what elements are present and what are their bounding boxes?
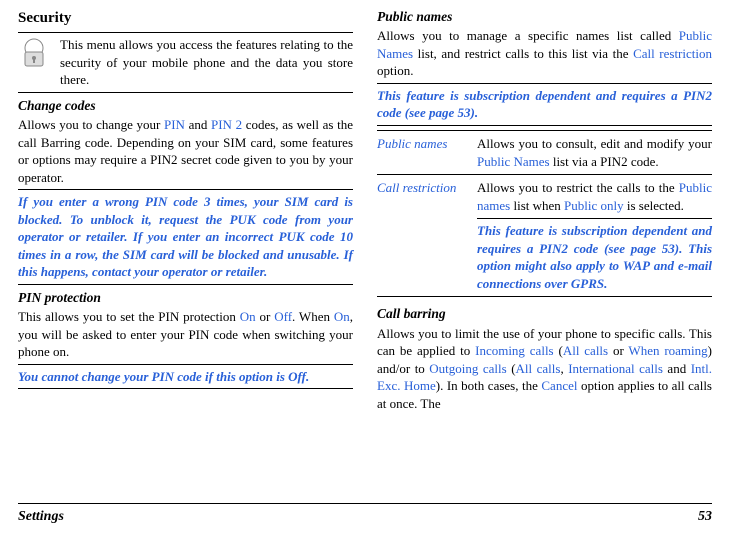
pin-term: PIN (164, 117, 185, 132)
public-names-para: Allows you to manage a specific names li… (377, 27, 712, 80)
off-term: Off (274, 309, 292, 324)
on-term: On (240, 309, 256, 324)
intro-box: This menu allows you access the features… (18, 32, 353, 93)
pin-protection-heading: PIN protection (18, 289, 353, 307)
row-desc: Allows you to consult, edit and modify y… (477, 135, 712, 170)
security-icon (18, 36, 50, 74)
public-names-heading: Public names (377, 8, 712, 26)
on-term-2: On (334, 309, 350, 324)
sim-warning-note: If you enter a wrong PIN code 3 times, y… (18, 189, 353, 285)
row-subnote: This feature is subscription dependent a… (477, 218, 712, 292)
table-row: Public names Allows you to consult, edit… (377, 131, 712, 175)
subscription-note: This feature is subscription dependent a… (377, 83, 712, 126)
row-label-call-restriction: Call restriction (377, 179, 467, 292)
left-column: Security This menu allows you access the… (18, 8, 353, 478)
page-footer: Settings 53 (18, 503, 712, 527)
change-codes-heading: Change codes (18, 97, 353, 115)
pin-off-note: You cannot change your PIN code if this … (18, 364, 353, 390)
call-barring-para: Allows you to limit the use of your phon… (377, 325, 712, 413)
right-column: Public names Allows you to manage a spec… (377, 8, 712, 478)
pin2-term: PIN 2 (211, 117, 242, 132)
row-label-public-names: Public names (377, 135, 467, 170)
call-restriction-term: Call restriction (633, 46, 712, 61)
call-barring-heading: Call barring (377, 305, 712, 323)
footer-section: Settings (18, 508, 64, 527)
pin-protection-para: This allows you to set the PIN protectio… (18, 308, 353, 361)
security-heading: Security (18, 8, 353, 28)
table-row: Call restriction Allows you to restrict … (377, 175, 712, 297)
intro-text: This menu allows you access the features… (60, 36, 353, 89)
change-codes-para: Allows you to change your PIN and PIN 2 … (18, 116, 353, 186)
footer-page-number: 53 (698, 508, 712, 527)
feature-table: Public names Allows you to consult, edit… (377, 130, 712, 297)
row-desc: Allows you to restrict the calls to the … (477, 179, 712, 292)
